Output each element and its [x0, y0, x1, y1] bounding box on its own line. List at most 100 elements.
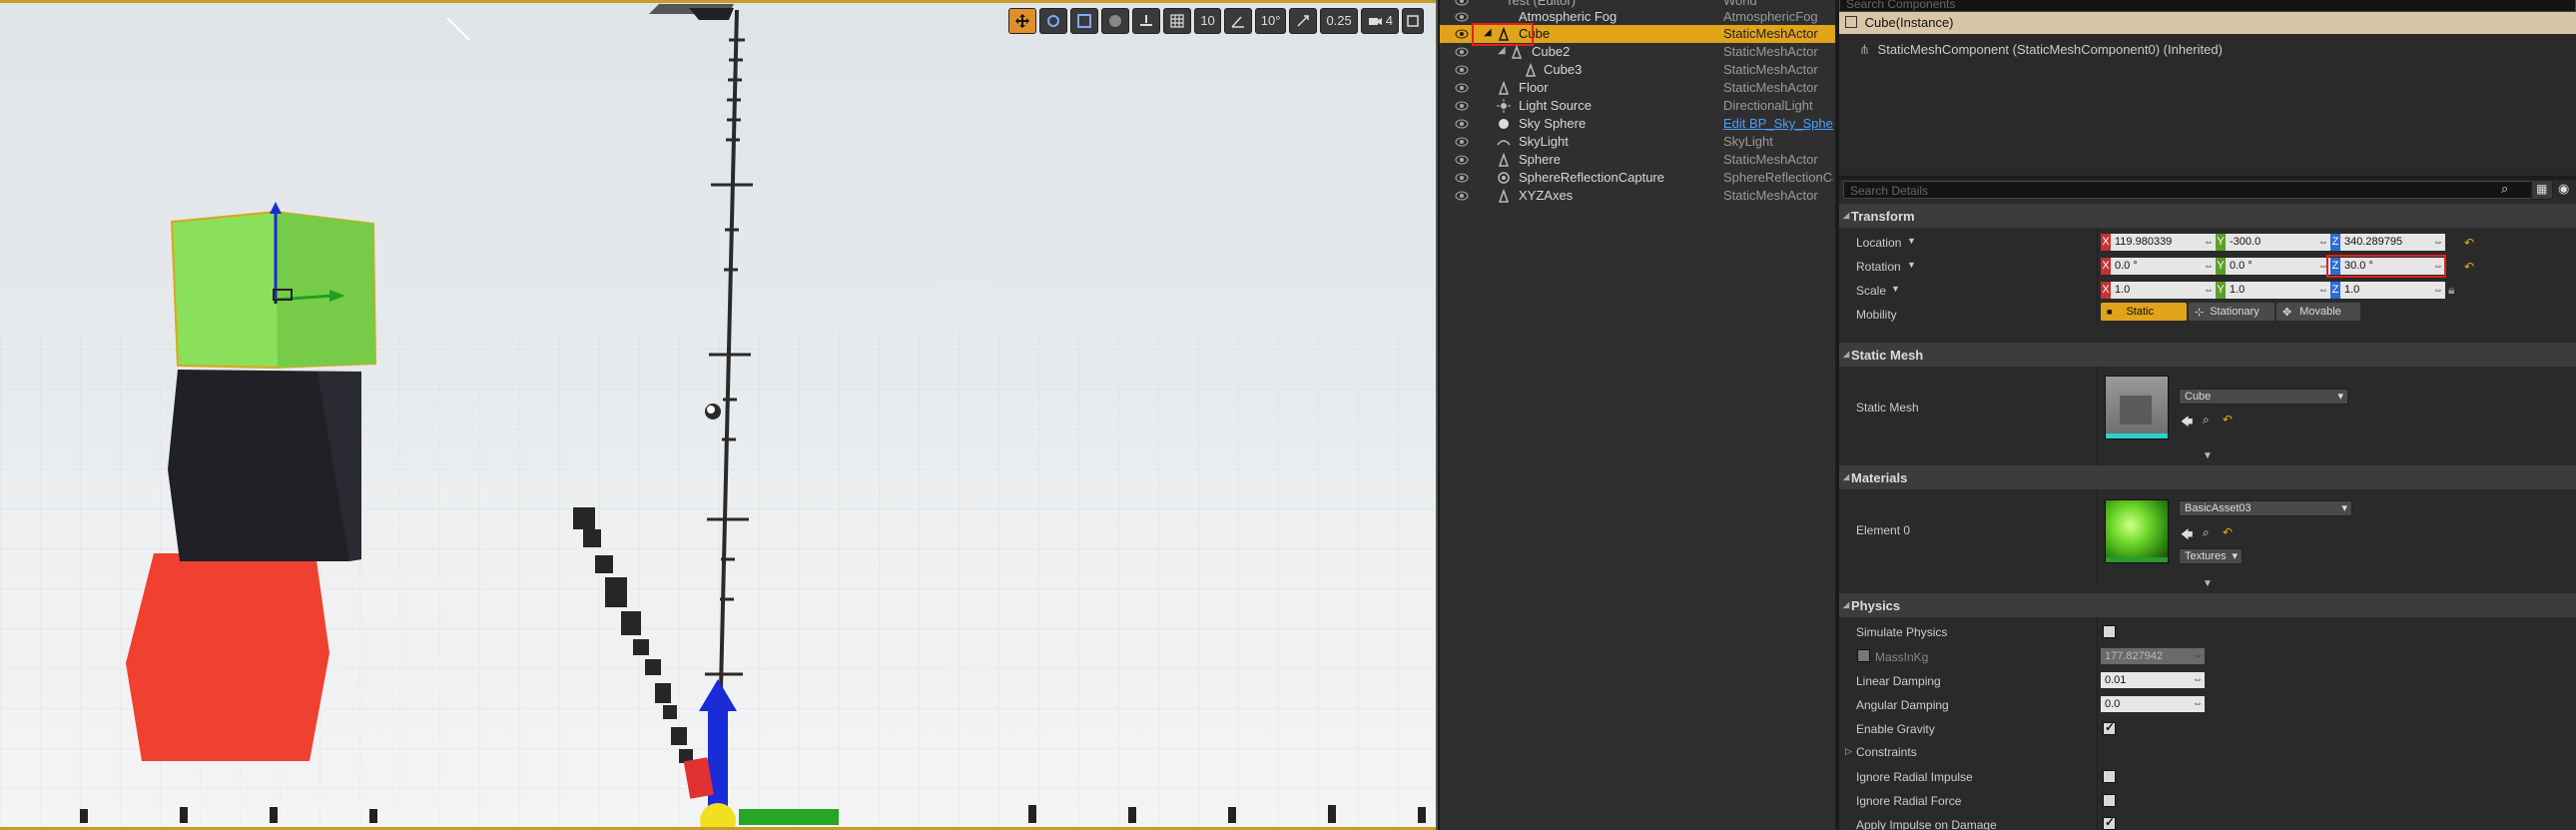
location-x-value[interactable]: 119.980339 [2111, 234, 2216, 251]
use-selected-arrow-icon[interactable]: 🡄 [2181, 413, 2193, 433]
location-z-field[interactable]: Z 340.289795 [2330, 234, 2445, 251]
rotation-label[interactable]: Rotation [1856, 260, 1901, 274]
material-combo[interactable]: BasicAsset03 [2179, 500, 2352, 516]
physics-section-header[interactable]: Physics [1839, 593, 2576, 617]
reset-to-default-icon[interactable]: ↶ [2464, 236, 2474, 250]
level-viewport[interactable]: 10 10° 0.25 4 [0, 0, 1438, 830]
components-search-input[interactable]: Search Components [1839, 0, 2576, 12]
scale-z-value[interactable]: 1.0 [2340, 282, 2445, 299]
rotation-x-value[interactable]: 0.0 ° [2111, 258, 2216, 275]
eye-icon[interactable] [1455, 11, 1469, 23]
rotation-y-field[interactable]: Y 0.0 ° [2216, 258, 2330, 275]
coordinate-system-button[interactable] [1101, 7, 1130, 34]
mobility-static-button[interactable]: ■ Static [2101, 303, 2187, 321]
scale-x-value[interactable]: 1.0 [2111, 282, 2216, 299]
location-label[interactable]: Location [1856, 236, 1901, 250]
reset-to-default-icon[interactable]: ↶ [2464, 260, 2474, 274]
textures-dropdown[interactable]: Textures [2179, 548, 2243, 564]
scale-y-field[interactable]: Y 1.0 [2216, 282, 2330, 299]
panel-splitter[interactable] [1839, 176, 2576, 180]
eye-icon[interactable] [1455, 154, 1469, 166]
location-x-field[interactable]: X 119.980339 [2101, 234, 2216, 251]
eye-icon[interactable] [1455, 100, 1469, 112]
mobility-stationary-button[interactable]: ⊹ Stationary [2189, 303, 2274, 321]
enable-gravity-checkbox[interactable] [2103, 720, 2116, 735]
eye-icon[interactable] [1455, 64, 1469, 76]
outliner-row-xyzaxes[interactable]: XYZAxes StaticMeshActor [1440, 187, 1837, 205]
outliner-row-skylight[interactable]: SkyLight SkyLight [1440, 133, 1837, 151]
linear-damping-field[interactable]: 0.01 [2101, 672, 2205, 688]
selected-component-row[interactable]: Cube(Instance) [1839, 12, 2576, 34]
location-y-field[interactable]: Y -300.0 [2216, 234, 2330, 251]
outliner-row-cube3[interactable]: Cube3 StaticMeshActor [1440, 61, 1837, 79]
ignore-radial-force-checkbox[interactable] [2103, 794, 2116, 807]
eye-icon[interactable] [1455, 46, 1469, 58]
viewport-maximize-button[interactable] [1402, 7, 1424, 34]
expand-arrow-icon[interactable]: ▼ [2203, 578, 2213, 589]
scale-x-field[interactable]: X 1.0 [2101, 282, 2216, 299]
static-mesh-section-header[interactable]: Static Mesh [1839, 343, 2576, 367]
browse-icon[interactable]: ⌕ [2203, 525, 2210, 540]
eye-icon[interactable] [1455, 190, 1469, 202]
rotate-tool-button[interactable] [1039, 7, 1068, 34]
transform-section-header[interactable]: Transform [1839, 204, 2576, 228]
grid-snap-toggle[interactable] [1163, 7, 1192, 34]
translate-tool-button[interactable] [1008, 7, 1037, 34]
outliner-row-sphere[interactable]: Sphere StaticMeshActor [1440, 151, 1837, 169]
angular-damping-field[interactable]: 0.0 [2101, 696, 2205, 712]
outliner-divider[interactable] [1835, 0, 1837, 830]
outliner-row-sphere-reflection-capture[interactable]: SphereReflectionCapture SphereReflection… [1440, 169, 1837, 187]
eye-icon[interactable] [1455, 118, 1469, 130]
scale-z-field[interactable]: Z 1.0 [2330, 282, 2445, 299]
scale-snap-value[interactable]: 0.25 [1320, 7, 1358, 34]
chevron-down-icon[interactable]: ▼ [1907, 236, 1916, 246]
expand-arrow-icon[interactable]: ▼ [2203, 450, 2213, 461]
outliner-row-light-source[interactable]: Light Source DirectionalLight [1440, 97, 1837, 115]
rotation-snap-toggle[interactable] [1223, 7, 1252, 34]
eye-icon[interactable] [1455, 0, 1469, 7]
surface-snapping-button[interactable] [1132, 7, 1161, 34]
ignore-radial-impulse-checkbox[interactable] [2103, 770, 2116, 783]
mobility-movable-button[interactable]: ✥ Movable [2276, 303, 2360, 321]
chevron-right-icon[interactable]: ▷ [1845, 746, 1852, 757]
static-mesh-combo[interactable]: Cube [2179, 389, 2348, 405]
component-child-row[interactable]: ⋔ StaticMeshComponent (StaticMeshCompone… [1859, 42, 2223, 58]
grid-snap-value[interactable]: 10 [1194, 7, 1221, 34]
scale-label[interactable]: Scale [1856, 284, 1886, 298]
location-y-value[interactable]: -300.0 [2226, 234, 2330, 251]
eye-icon[interactable] [1455, 28, 1469, 40]
material-thumbnail[interactable] [2105, 499, 2169, 563]
chevron-down-icon[interactable]: ▼ [1907, 260, 1916, 270]
visibility-filter-button[interactable]: ◉ [2556, 180, 2576, 200]
browse-icon[interactable]: ⌕ [2203, 413, 2210, 427]
edit-blueprint-link[interactable]: Edit BP_Sky_Sphere [1723, 116, 1833, 131]
outliner-row-floor[interactable]: Floor StaticMeshActor [1440, 79, 1837, 97]
chevron-down-icon[interactable]: ▼ [1891, 284, 1900, 294]
materials-section-header[interactable]: Materials [1839, 465, 2576, 489]
scale-y-value[interactable]: 1.0 [2226, 282, 2330, 299]
outliner-row-cube2[interactable]: ◢ Cube2 StaticMeshActor [1440, 43, 1837, 61]
simulate-physics-checkbox[interactable] [2103, 625, 2116, 638]
mass-override-checkbox[interactable] [1857, 649, 1870, 662]
reset-to-default-icon[interactable]: ↶ [2223, 413, 2233, 426]
eye-icon[interactable] [1455, 136, 1469, 148]
lock-icon[interactable]: 🔒︎ [2448, 283, 2454, 298]
use-selected-arrow-icon[interactable]: 🡄 [2181, 525, 2193, 546]
eye-icon[interactable] [1455, 82, 1469, 94]
camera-speed-button[interactable]: 4 [1360, 7, 1399, 34]
eye-icon[interactable] [1455, 172, 1469, 184]
scale-snap-toggle[interactable] [1289, 7, 1318, 34]
constraints-label[interactable]: Constraints [1856, 745, 1917, 759]
scale-tool-button[interactable] [1070, 7, 1099, 34]
details-search-input[interactable]: Search Details [1843, 181, 2538, 199]
rotation-snap-value[interactable]: 10° [1254, 7, 1287, 34]
collapse-arrow-icon[interactable]: ◢ [1498, 45, 1506, 56]
rotation-x-field[interactable]: X 0.0 ° [2101, 258, 2216, 275]
outliner-row-sky-sphere[interactable]: Sky Sphere Edit BP_Sky_Sphere [1440, 115, 1837, 133]
apply-impulse-on-damage-checkbox[interactable] [2103, 815, 2116, 830]
reset-to-default-icon[interactable]: ↶ [2223, 525, 2233, 539]
rotation-y-value[interactable]: 0.0 ° [2226, 258, 2330, 275]
location-z-value[interactable]: 340.289795 [2340, 234, 2445, 251]
view-options-button[interactable]: ▦ [2531, 180, 2553, 200]
static-mesh-thumbnail[interactable] [2105, 376, 2169, 439]
